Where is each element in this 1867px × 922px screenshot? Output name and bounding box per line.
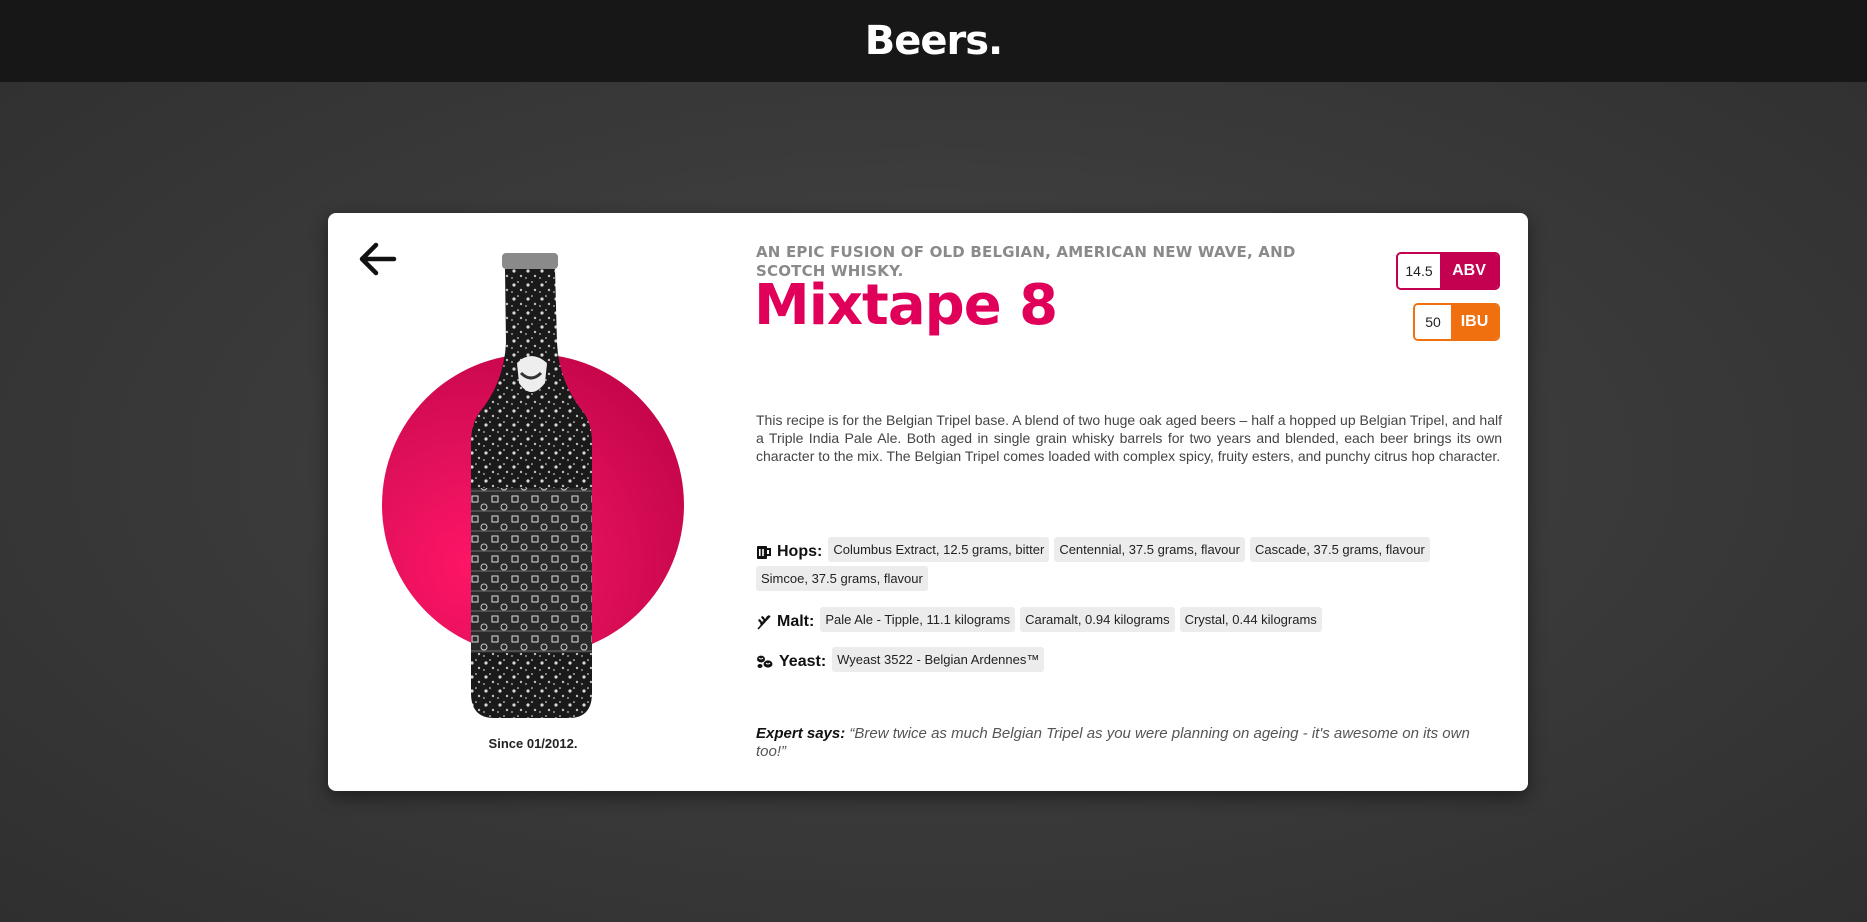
yeast-icon [757, 655, 773, 668]
back-button[interactable] [356, 239, 398, 279]
since-date: Since 01/2012. [488, 736, 578, 751]
beer-description: This recipe is for the Belgian Tripel ba… [756, 412, 1502, 464]
yeast-heading: Yeast: [756, 649, 826, 675]
malt-chip: Caramalt, 0.94 kilograms [1020, 607, 1175, 632]
ibu-value: 50 [1415, 305, 1451, 339]
abv-label: ABV [1440, 254, 1498, 288]
yeast-label: Yeast: [779, 652, 827, 670]
ibu-badge: 50 IBU [1413, 303, 1500, 341]
hops-row: Hops: Columbus Extract, 12.5 grams, bitt… [756, 537, 1516, 595]
malt-chip: Crystal, 0.44 kilograms [1179, 607, 1322, 632]
beer-name: Mixtape 8 [754, 273, 1058, 338]
brand-title[interactable]: Beers. [865, 18, 1003, 64]
header-bar: Beers. [0, 0, 1867, 82]
hop-chip: Simcoe, 37.5 grams, flavour [756, 566, 928, 591]
abv-badge: 14.5 ABV [1396, 252, 1500, 290]
malt-row: Malt: Pale Ale - Tipple, 11.1 kilograms … [756, 607, 1516, 636]
hops-label: Hops: [777, 542, 823, 560]
malt-label: Malt: [777, 612, 815, 630]
beer-bottle-image [471, 253, 592, 718]
expert-label: Expert says: [756, 725, 846, 742]
yeast-chip: Wyeast 3522 - Belgian Ardennes™ [832, 647, 1045, 672]
wheat-icon [757, 614, 771, 630]
hop-chip: Centennial, 37.5 grams, flavour [1054, 537, 1245, 562]
yeast-row: Yeast: Wyeast 3522 - Belgian Ardennes™ [756, 647, 1516, 676]
beer-mug-icon [757, 545, 771, 559]
hops-heading: Hops: [756, 539, 822, 565]
expert-quote: “Brew twice as much Belgian Tripel as yo… [756, 725, 1470, 760]
malt-chip: Pale Ale - Tipple, 11.1 kilograms [820, 607, 1016, 632]
arrow-left-icon [359, 242, 397, 276]
beer-detail-card: Since 01/2012. An Epic Fusion Of Old Bel… [328, 213, 1528, 791]
ibu-label: IBU [1451, 305, 1498, 339]
malt-heading: Malt: [756, 609, 814, 635]
abv-value: 14.5 [1398, 254, 1440, 288]
hop-chip: Cascade, 37.5 grams, flavour [1249, 537, 1430, 562]
hop-chip: Columbus Extract, 12.5 grams, bitter [828, 537, 1050, 562]
expert-tip: Expert says: “Brew twice as much Belgian… [756, 725, 1502, 761]
